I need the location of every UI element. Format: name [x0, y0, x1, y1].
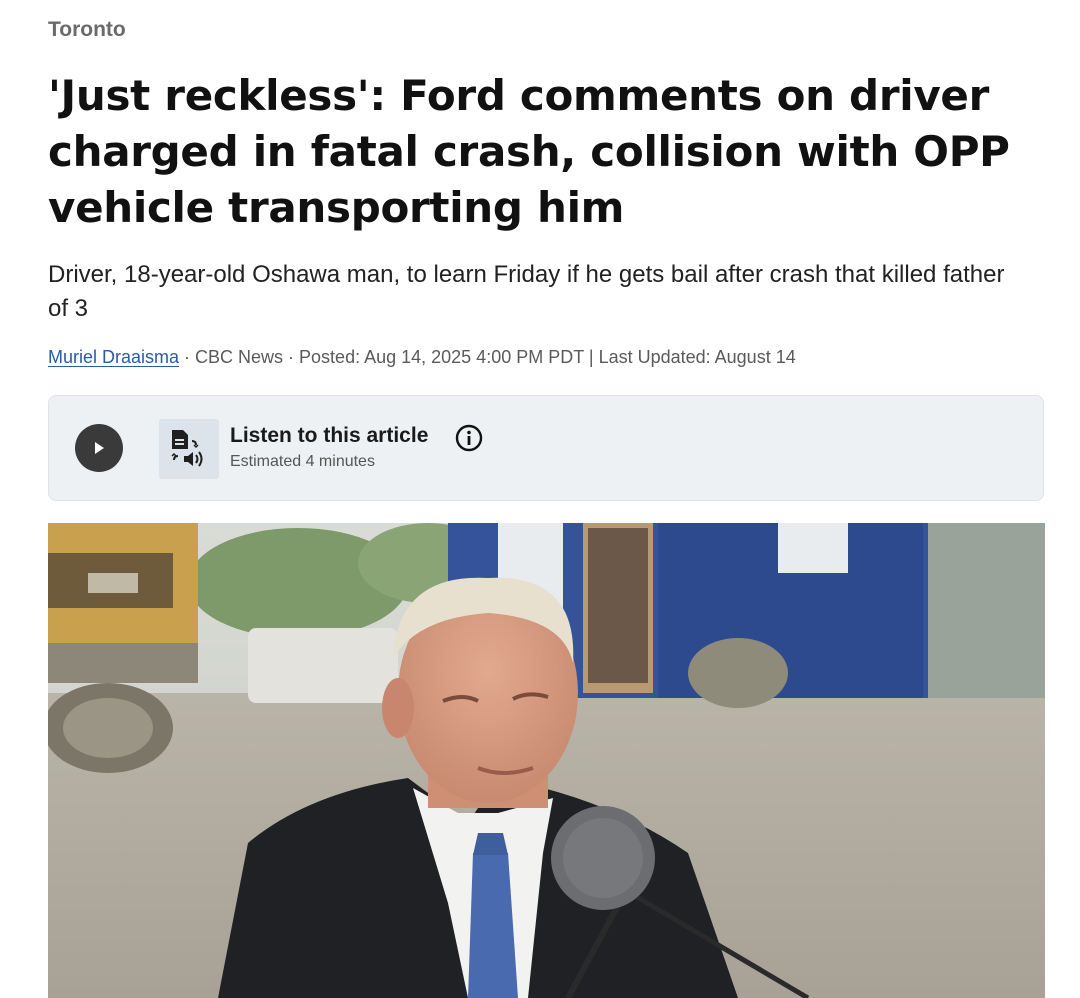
byline-meta: · CBC News · Posted: Aug 14, 2025 4:00 P…	[179, 347, 796, 367]
page-title: 'Just reckless': Ford comments on driver…	[48, 71, 1010, 232]
byline: Muriel Draaisma · CBC News · Posted: Aug…	[48, 347, 796, 368]
listen-title: Listen to this article	[230, 424, 429, 447]
play-button[interactable]	[75, 424, 123, 472]
play-icon	[95, 442, 104, 454]
listen-estimate: Estimated 4 minutes	[230, 453, 375, 470]
section-label[interactable]: Toronto	[48, 18, 126, 42]
article-deck: Driver, 18-year-old Oshawa man, to learn…	[48, 261, 1005, 322]
info-icon[interactable]	[455, 424, 483, 452]
listen-to-article-panel: Listen to this article Estimated 4 minut…	[48, 395, 1044, 501]
article-photo	[48, 523, 1045, 998]
text-to-speech-icon	[159, 419, 219, 479]
author-link[interactable]: Muriel Draaisma	[48, 347, 179, 367]
